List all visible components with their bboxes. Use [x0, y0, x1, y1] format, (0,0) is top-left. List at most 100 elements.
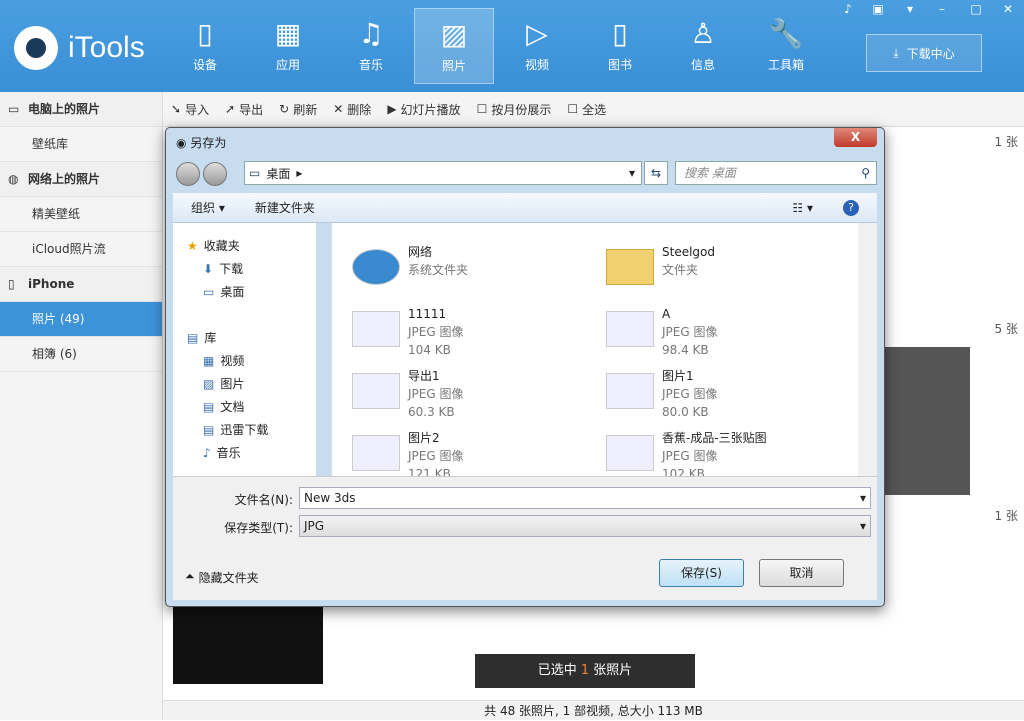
filetype-select[interactable]: JPG ▾: [299, 515, 871, 537]
forward-button[interactable]: [203, 162, 227, 186]
nav-user[interactable]: ♙ 信息: [663, 8, 743, 84]
nav-tree-item[interactable]: ▤ 库: [187, 329, 216, 346]
refresh-icon[interactable]: ⇆: [644, 161, 668, 185]
file-name: 网络: [408, 245, 433, 259]
nav-wrench[interactable]: 🔧 工具箱: [746, 8, 826, 84]
file-name: Steelgod: [662, 245, 715, 259]
toolbar-button[interactable]: ➚ 导出: [225, 101, 263, 118]
file-name: 图片1: [662, 369, 694, 383]
hide-folders-toggle[interactable]: ⏶ 隐藏文件夹: [185, 569, 259, 586]
file-item[interactable]: 香蕉-成品-三张贴图 JPEG 图像 102 KB: [606, 429, 767, 483]
chevron-down-icon[interactable]: ▾: [629, 166, 641, 180]
tree-label: 音乐: [216, 446, 241, 460]
sidebar-item[interactable]: ▭ 电脑上的照片: [0, 92, 162, 127]
toolbar-button[interactable]: ↻ 刷新: [279, 101, 317, 118]
file-item[interactable]: 图片2 JPEG 图像 121 KB: [352, 429, 463, 483]
file-size: 104 KB: [408, 343, 451, 357]
toolbar-icon: ↻: [279, 102, 290, 116]
save-button[interactable]: 保存(S): [659, 559, 744, 587]
help-icon[interactable]: ?: [843, 199, 859, 216]
dialog-close-button[interactable]: X: [834, 128, 877, 147]
nav-tree-item[interactable]: ★ 收藏夹: [187, 237, 240, 254]
file-item[interactable]: 图片1 JPEG 图像 80.0 KB: [606, 367, 717, 421]
tree-icon: ▦: [203, 353, 215, 368]
nav-tree-item[interactable]: ▨ 图片: [203, 375, 244, 392]
menu-icon[interactable]: ▾: [900, 2, 920, 20]
cancel-button[interactable]: 取消: [759, 559, 844, 587]
tree-label: 迅雷下载: [220, 423, 269, 437]
nav-apps[interactable]: ▦ 应用: [248, 8, 328, 84]
sidebar-item[interactable]: 精美壁纸: [0, 197, 162, 232]
toolbar-button[interactable]: ➘ 导入: [171, 101, 209, 118]
file-item[interactable]: A JPEG 图像 98.4 KB: [606, 305, 717, 359]
sidebar-item[interactable]: ▯ iPhone: [0, 267, 162, 302]
toolbar-button[interactable]: ✕ 删除: [333, 101, 371, 118]
file-name: 11111: [408, 307, 447, 321]
file-item[interactable]: 网络 系统文件夹: [352, 243, 468, 285]
nav-tree-item[interactable]: ▦ 视频: [203, 352, 244, 369]
sidebar-item[interactable]: 壁纸库: [0, 127, 162, 162]
maximize-icon[interactable]: □: [966, 2, 986, 20]
nav-tree-item[interactable]: ▤ 迅雷下载: [203, 421, 268, 438]
user-icon: ♙: [690, 17, 716, 50]
photo-toolbar: ➘ 导入 ➚ 导出 ↻ 刷新 ✕ 删除 ▶ 幻灯片播放 ☐ 按月份展示 ☐ 全选: [163, 92, 1024, 127]
music-mini-icon[interactable]: ♪: [838, 2, 858, 20]
nav-tree-item[interactable]: ♪ 音乐: [203, 444, 241, 461]
folder-icon: [606, 249, 654, 285]
sidebar-item[interactable]: iCloud照片流: [0, 232, 162, 267]
file-info: A JPEG 图像 98.4 KB: [662, 305, 717, 359]
sidebar-item-label: 壁纸库: [32, 137, 69, 151]
sidebar: ▭ 电脑上的照片壁纸库 ◍ 网络上的照片 精美壁纸 iCloud照片流 ▯ iPhone 照片 …: [0, 92, 163, 720]
tree-label: 桌面: [220, 285, 245, 299]
close-icon[interactable]: ✕: [998, 2, 1018, 20]
file-list: 网络 系统文件夹 Steelgod 文件夹 11111 JPEG 图像 104 KB A JPE…: [331, 223, 858, 481]
search-input[interactable]: 搜索 桌面 ⚲: [675, 161, 877, 185]
sidebar-item[interactable]: 照片 (49): [0, 302, 162, 337]
video-thumbnail[interactable]: [173, 606, 323, 684]
nav-tree-item[interactable]: ▤ 文档: [203, 398, 244, 415]
photo-thumbnail[interactable]: [880, 347, 970, 495]
view-options-icon[interactable]: ☷ ▾: [792, 201, 813, 215]
nav-label: 设备: [192, 58, 217, 72]
download-center-button[interactable]: ⤓ 下载中心: [866, 34, 982, 72]
toolbar-button[interactable]: ☐ 全选: [567, 101, 606, 118]
file-type: JPEG 图像: [408, 325, 464, 339]
address-bar[interactable]: ▭ 桌面 ▸ ▾: [244, 161, 642, 185]
toolbar-label: 导出: [239, 102, 264, 117]
filename-input[interactable]: New 3ds ▾: [299, 487, 871, 509]
scrollbar[interactable]: [858, 223, 877, 476]
nav-book[interactable]: ▯ 图书: [580, 8, 660, 84]
path-segment: 桌面: [266, 166, 291, 181]
minimize-icon[interactable]: –: [932, 2, 952, 20]
file-info: Steelgod 文件夹: [662, 243, 715, 285]
filetype-label: 保存类型(T):: [224, 521, 293, 535]
nav-phone[interactable]: ▯ 设备: [165, 8, 245, 84]
file-thumbnail: [606, 373, 654, 409]
sidebar-item[interactable]: ◍ 网络上的照片: [0, 162, 162, 197]
chevron-down-icon[interactable]: ▾: [860, 488, 866, 508]
nav-photo[interactable]: ▨ 照片: [414, 8, 494, 84]
nav-tree-item[interactable]: ▭ 桌面: [203, 283, 244, 300]
file-item[interactable]: Steelgod 文件夹: [606, 243, 715, 285]
tree-icon: ▨: [203, 376, 215, 391]
toolbar-button[interactable]: ▶ 幻灯片播放: [387, 101, 460, 118]
feedback-icon[interactable]: ▣: [868, 2, 888, 20]
nav-play[interactable]: ▷ 视频: [497, 8, 577, 84]
nav-tree-item[interactable]: ⬇ 下载: [203, 260, 243, 277]
tree-icon: ⬇: [203, 261, 214, 276]
back-button[interactable]: [176, 162, 200, 186]
tree-label: 图片: [220, 377, 245, 391]
sidebar-item[interactable]: 相簿 (6): [0, 337, 162, 372]
file-item[interactable]: 11111 JPEG 图像 104 KB: [352, 305, 463, 359]
new-folder-button[interactable]: 新建文件夹: [255, 199, 315, 216]
toolbar-icon: ➚: [225, 102, 236, 116]
tree-icon: ★: [187, 238, 198, 253]
organize-button[interactable]: 组织 ▾: [191, 199, 225, 216]
file-size: 80.0 KB: [662, 405, 709, 419]
file-info: 图片1 JPEG 图像 80.0 KB: [662, 367, 717, 421]
file-item[interactable]: 导出1 JPEG 图像 60.3 KB: [352, 367, 463, 421]
navigation-pane: ★ 收藏夹 ⬇ 下载 ▭ 桌面 ▤ 库 ▦ 视频 ▨ 图片 ▤ 文档 ▤ 迅雷下载 ♪ 音乐: [173, 223, 316, 476]
save-as-dialog: ◉ 另存为 X ▭ 桌面 ▸ ▾ ⇆ 搜索 桌面 ⚲ 组织 ▾ 新建文件夹 ☷ ▾ ? …: [165, 127, 885, 607]
nav-music[interactable]: ♫ 音乐: [331, 8, 411, 84]
toolbar-button[interactable]: ☐ 按月份展示: [477, 101, 552, 118]
